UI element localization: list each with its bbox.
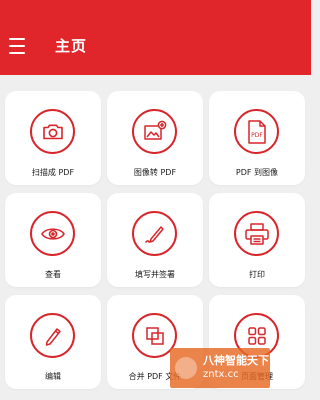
tool-label: 填写并签署 (135, 270, 175, 279)
tool-label: 编辑 (45, 372, 61, 381)
page-title: 主页 (55, 37, 88, 55)
tool-card-image-to-pdf[interactable]: 图像转 PDF (107, 91, 203, 185)
watermark-overlay: 八神智能天下 zntx.cc (170, 348, 270, 388)
tool-card-pdf-to-image[interactable]: PDF PDF 到图像 (209, 91, 305, 185)
tool-label: 打印 (249, 270, 265, 279)
tool-card-view[interactable]: 查看 (5, 193, 101, 287)
svg-text:PDF: PDF (251, 132, 263, 139)
tool-card-scan-to-pdf[interactable]: 扫描成 PDF (5, 91, 101, 185)
tool-card-fill-and-sign[interactable]: 填写并签署 (107, 193, 203, 287)
printer-icon (234, 211, 279, 256)
tool-card-edit[interactable]: 编辑 (5, 295, 101, 389)
hamburger-menu-icon[interactable] (9, 38, 27, 54)
eye-icon (30, 211, 75, 256)
signature-pen-icon (132, 211, 177, 256)
tool-label: 扫描成 PDF (31, 168, 75, 177)
tool-label: PDF 到图像 (235, 168, 279, 177)
camera-icon (30, 109, 75, 154)
tool-label: 图像转 PDF (133, 168, 177, 177)
watermark-logo-icon (175, 357, 197, 379)
image-add-icon (132, 109, 177, 154)
tool-card-print[interactable]: 打印 (209, 193, 305, 287)
tool-label: 查看 (45, 270, 61, 279)
app-bar: 主页 (0, 0, 311, 75)
watermark-title: 八神智能天下 (203, 354, 269, 367)
pencil-icon (30, 313, 75, 358)
pdf-file-icon: PDF (234, 109, 279, 154)
watermark-subtitle: zntx.cc (203, 369, 239, 380)
